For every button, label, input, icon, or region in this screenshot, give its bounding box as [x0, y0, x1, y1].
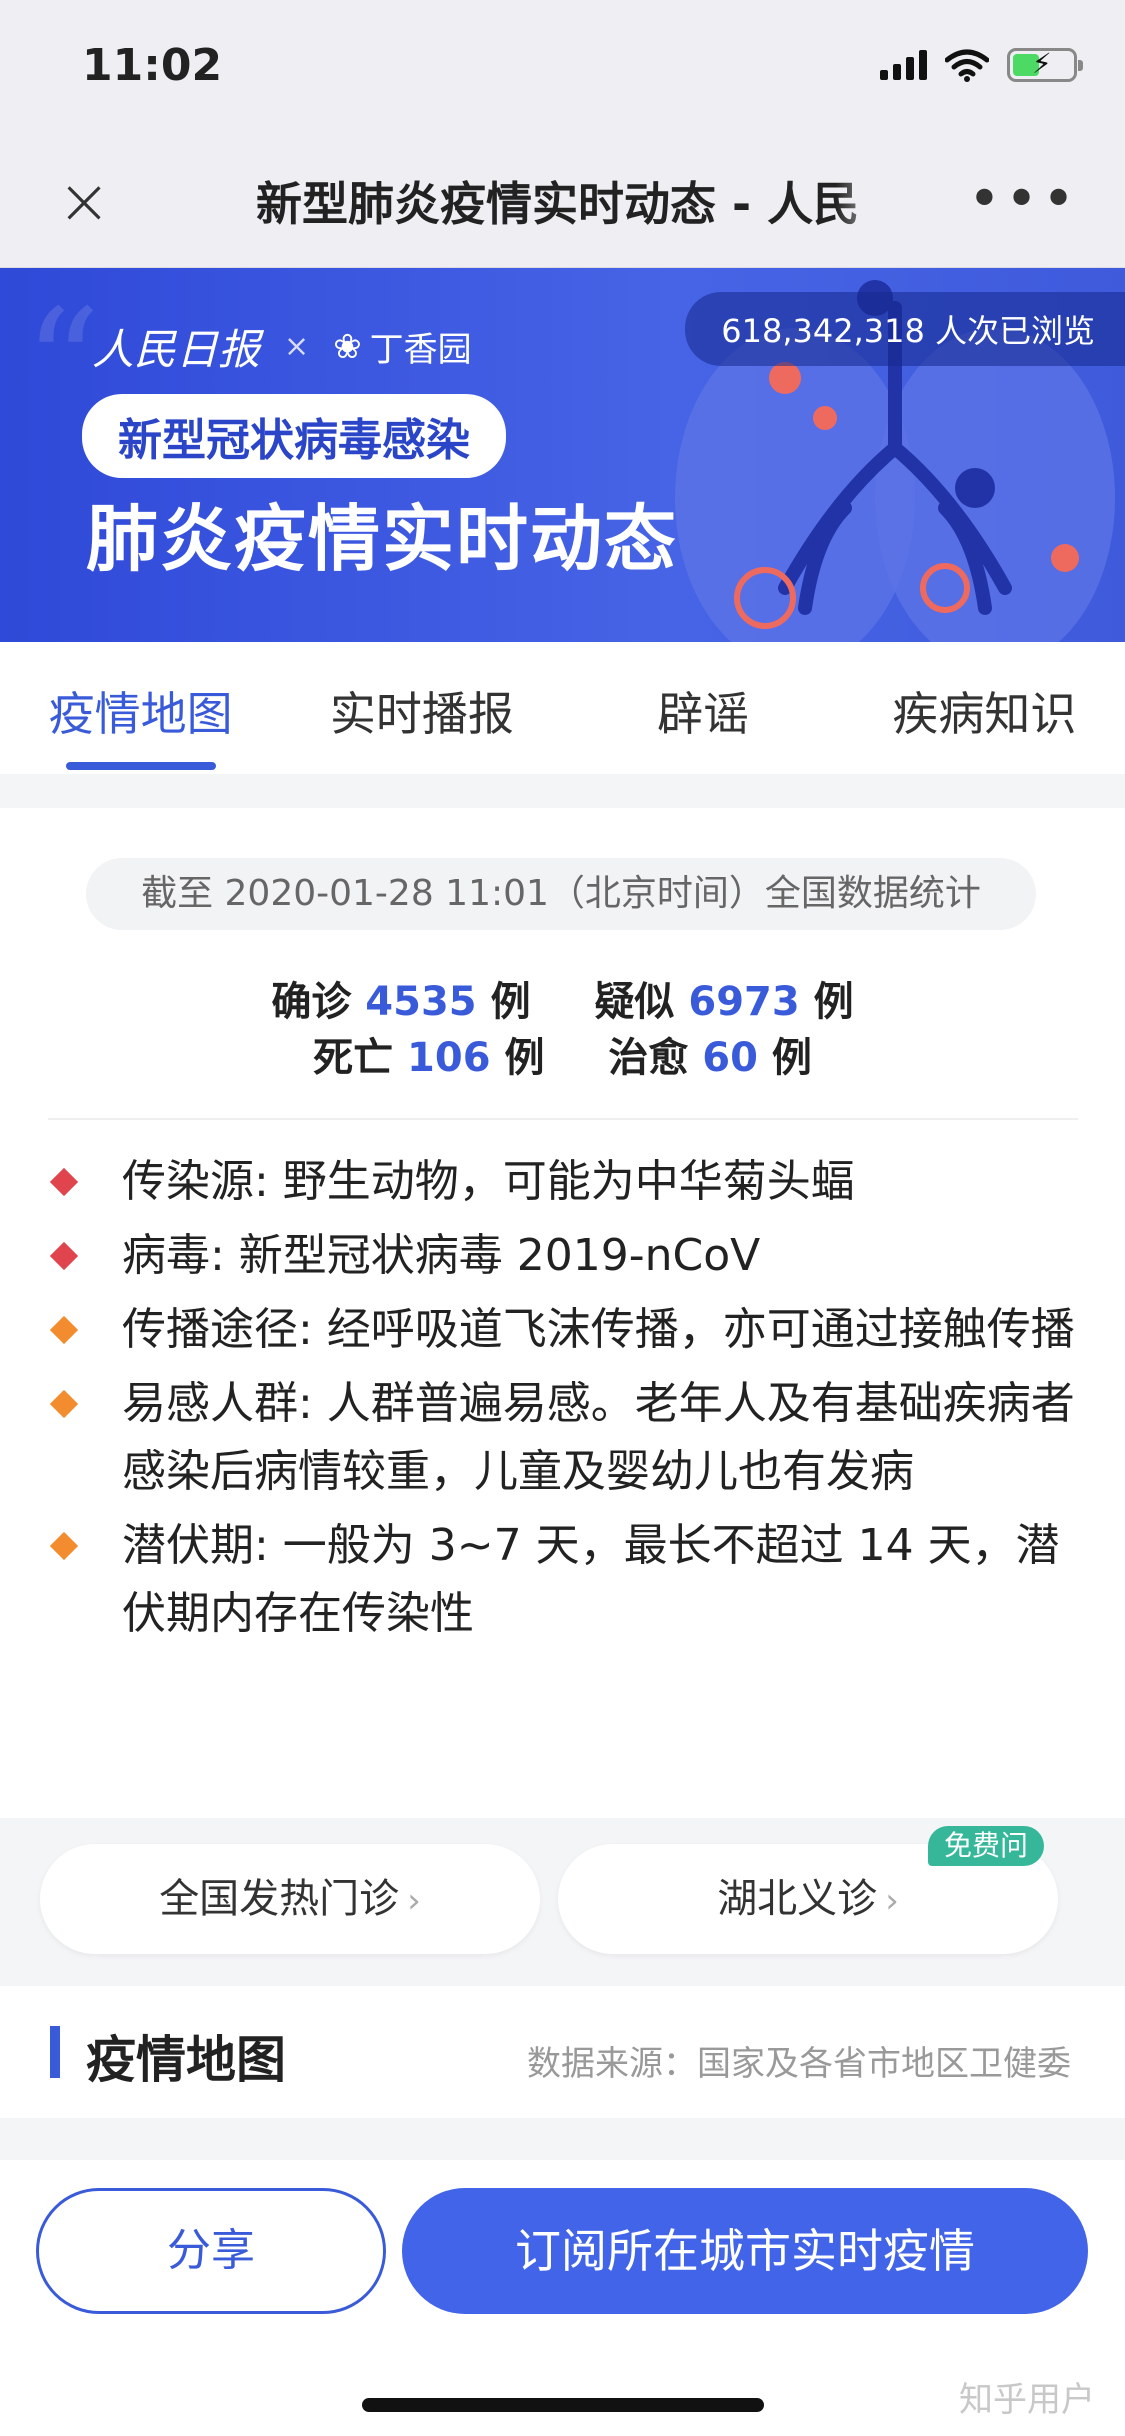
fact-text: 病毒: 新型冠状病毒 2019-nCoV	[122, 1230, 761, 1281]
fact-text: 传播途径: 经呼吸道飞沫传播，亦可通过接触传播	[122, 1304, 1075, 1355]
fact-item: 病毒: 新型冠状病毒 2019-nCoV	[0, 1222, 1125, 1290]
confirmed-count: 4535	[365, 979, 477, 1025]
page-title: 新型肺炎疫情实时动态 - 人民	[256, 168, 896, 234]
brand-logos: 人民日报 × ❀ 丁香园	[92, 316, 472, 377]
dxy-logo-text: 丁香园	[369, 330, 472, 370]
suspected-count: 6973	[688, 979, 800, 1025]
fact-text: 传染源: 野生动物，可能为中华菊头蝠	[122, 1156, 855, 1207]
orange-diamond-icon	[49, 1531, 79, 1561]
battery-icon: ⚡	[1007, 47, 1083, 82]
dxy-logo: ❀ 丁香园	[333, 322, 472, 371]
red-diamond-icon	[49, 1241, 79, 1271]
orange-diamond-icon	[49, 1389, 79, 1419]
home-indicator[interactable]	[362, 2398, 764, 2412]
fact-text: 潜伏期: 一般为 3~7 天，最长不超过 14 天，潜伏期内存在传染性	[122, 1520, 1060, 1639]
tab-disease-knowledge[interactable]: 疾病知识	[844, 642, 1125, 774]
orange-diamond-icon	[49, 1315, 79, 1345]
nav-bar: × 新型肺炎疫情实时动态 - 人民 •••	[0, 140, 1125, 268]
tab-epidemic-map[interactable]: 疫情地图	[0, 642, 281, 774]
suspected-unit: 例	[813, 979, 854, 1025]
fact-item: 传染源: 野生动物，可能为中华菊头蝠	[0, 1148, 1125, 1216]
view-count-badge: 618,342,318 人次已浏览	[685, 292, 1125, 366]
status-time: 11:02	[82, 40, 223, 91]
tab-live-report[interactable]: 实时播报	[281, 642, 562, 774]
confirmed-label: 确诊	[271, 979, 352, 1025]
stats-card: 截至 2020-01-28 11:01（北京时间）全国数据统计 确诊 4535 …	[0, 808, 1125, 1818]
hubei-clinic-label: 湖北义诊	[717, 1876, 878, 1922]
share-button[interactable]: 分享	[36, 2188, 386, 2314]
banner-headline: 肺炎疫情实时动态	[86, 497, 679, 581]
suspected-label: 疑似	[594, 979, 675, 1025]
fact-list: 传染源: 野生动物，可能为中华菊头蝠 病毒: 新型冠状病毒 2019-nCoV …	[0, 1148, 1125, 1654]
red-diamond-icon	[49, 1167, 79, 1197]
signal-icon	[880, 50, 927, 80]
cured-label: 治愈	[608, 1035, 689, 1081]
fact-item: 易感人群: 人群普遍易感。老年人及有基础疾病者感染后病情较重，儿童及婴幼儿也有发…	[0, 1370, 1125, 1506]
cured-unit: 例	[771, 1035, 812, 1081]
section-header: 疫情地图 数据来源：国家及各省市地区卫健委	[0, 1986, 1125, 2118]
dead-label: 死亡	[313, 1035, 394, 1081]
close-icon[interactable]: ×	[52, 170, 116, 234]
bottom-bar: 分享 订阅所在城市实时疫情 知乎用户	[0, 2160, 1125, 2436]
divider	[48, 1118, 1078, 1120]
hubei-clinic-button[interactable]: 湖北义诊 › 免费问	[558, 1826, 1058, 1954]
chevron-right-icon: ›	[885, 1881, 899, 1921]
data-source: 数据来源：国家及各省市地区卫健委	[527, 2044, 1071, 2084]
fever-clinic-label: 全国发热门诊	[159, 1876, 400, 1922]
brand-separator: ×	[284, 329, 310, 364]
tab-rumor-refute[interactable]: 辟谣	[563, 642, 844, 774]
watermark: 知乎用户	[959, 2380, 1095, 2420]
confirmed-unit: 例	[490, 979, 531, 1025]
status-bar: 11:02 ⚡	[0, 0, 1125, 140]
fact-item: 传播途径: 经呼吸道飞沫传播，亦可通过接触传播	[0, 1296, 1125, 1364]
status-icons: ⚡	[880, 47, 1083, 82]
page: 11:02 ⚡ × 新型肺炎疫情实时动态 - 人民 ••• “ 人民日报 × ❀…	[0, 0, 1125, 2436]
stats-line-1: 确诊 4535 例 疑似 6973 例	[0, 974, 1125, 1030]
dead-unit: 例	[504, 1035, 545, 1081]
section-title: 疫情地图	[86, 2031, 286, 2089]
fact-text: 易感人群: 人群普遍易感。老年人及有基础疾病者感染后病情较重，儿童及婴幼儿也有发…	[122, 1378, 1075, 1497]
stats-line-2: 死亡 106 例 治愈 60 例	[0, 1030, 1125, 1086]
as-of-label: 截至 2020-01-28 11:01（北京时间）全国数据统计	[86, 858, 1036, 930]
flower-icon: ❀	[333, 326, 362, 367]
subscribe-button[interactable]: 订阅所在城市实时疫情	[402, 2188, 1088, 2314]
fever-clinic-button[interactable]: 全国发热门诊 ›	[40, 1844, 540, 1954]
more-icon[interactable]: •••	[968, 172, 1079, 228]
stats-numbers: 确诊 4535 例 疑似 6973 例 死亡 106 例 治愈 60 例	[0, 974, 1125, 1086]
tab-bar: 疫情地图 实时播报 辟谣 疾病知识	[0, 642, 1125, 774]
banner-pill: 新型冠状病毒感染	[82, 394, 506, 478]
section-accent-bar	[50, 2026, 60, 2078]
dead-count: 106	[407, 1035, 491, 1081]
cured-count: 60	[702, 1035, 758, 1081]
chevron-right-icon: ›	[407, 1881, 421, 1921]
quick-links: 全国发热门诊 › 湖北义诊 › 免费问	[0, 1818, 1125, 1986]
free-badge: 免费问	[927, 1826, 1044, 1866]
fact-item: 潜伏期: 一般为 3~7 天，最长不超过 14 天，潜伏期内存在传染性	[0, 1512, 1125, 1648]
banner: “ 人民日报 × ❀ 丁香园 新型冠状病毒感染 肺炎疫情实时动态 618,342…	[0, 268, 1125, 642]
wifi-icon	[945, 49, 989, 82]
peoples-daily-logo: 人民日报	[92, 325, 261, 374]
